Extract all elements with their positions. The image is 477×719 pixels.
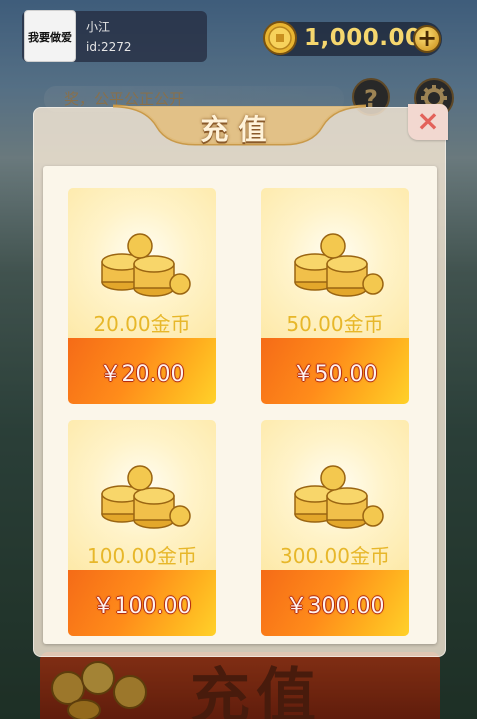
product-card[interactable]: 300.00金币 ￥300.00: [261, 420, 409, 636]
price-label: ￥300.00: [285, 594, 385, 619]
product-amount: 100.00金币: [87, 544, 197, 568]
product-card[interactable]: 20.00金币 ￥20.00: [68, 188, 216, 404]
coin-stack-icon: [101, 233, 191, 297]
coin-stack-icon: [294, 233, 384, 297]
coin-icon: [263, 21, 297, 55]
close-button[interactable]: ×: [408, 104, 448, 140]
modal-title: 充值: [200, 113, 277, 146]
user-name: 小江: [86, 20, 111, 34]
price-label: ￥20.00: [99, 362, 185, 387]
product-grid: 20.00金币 ￥20.00 50.00金币 ￥50.00 100.00金币 ￥…: [43, 166, 437, 644]
coin-balance: 1,000.00: [304, 25, 422, 51]
price-label: ￥100.00: [92, 594, 192, 619]
coin-stack-icon: [101, 465, 191, 529]
product-card[interactable]: 50.00金币 ￥50.00: [261, 188, 409, 404]
product-amount: 50.00金币: [286, 312, 384, 336]
avatar-text: 我要做爱: [28, 31, 72, 44]
price-button[interactable]: ￥50.00: [261, 338, 409, 404]
user-id: id:2272: [86, 40, 132, 54]
product-amount: 20.00金币: [93, 312, 191, 336]
add-coins-button[interactable]: +: [413, 25, 441, 53]
product-card[interactable]: 100.00金币 ￥100.00: [68, 420, 216, 636]
price-label: ￥50.00: [292, 362, 378, 387]
plus-icon: +: [416, 24, 438, 52]
price-button[interactable]: ￥300.00: [261, 570, 409, 636]
price-button[interactable]: ￥20.00: [68, 338, 216, 404]
close-icon: ×: [416, 104, 440, 137]
price-button[interactable]: ￥100.00: [68, 570, 216, 636]
coin-stack-icon: [294, 465, 384, 529]
game-screen: 奖，公平公正公开 ? 充值 我要做爱 小江 id:2272 1,000.00 +…: [0, 0, 477, 719]
product-amount: 300.00金币: [280, 544, 390, 568]
avatar[interactable]: 我要做爱: [24, 10, 76, 62]
